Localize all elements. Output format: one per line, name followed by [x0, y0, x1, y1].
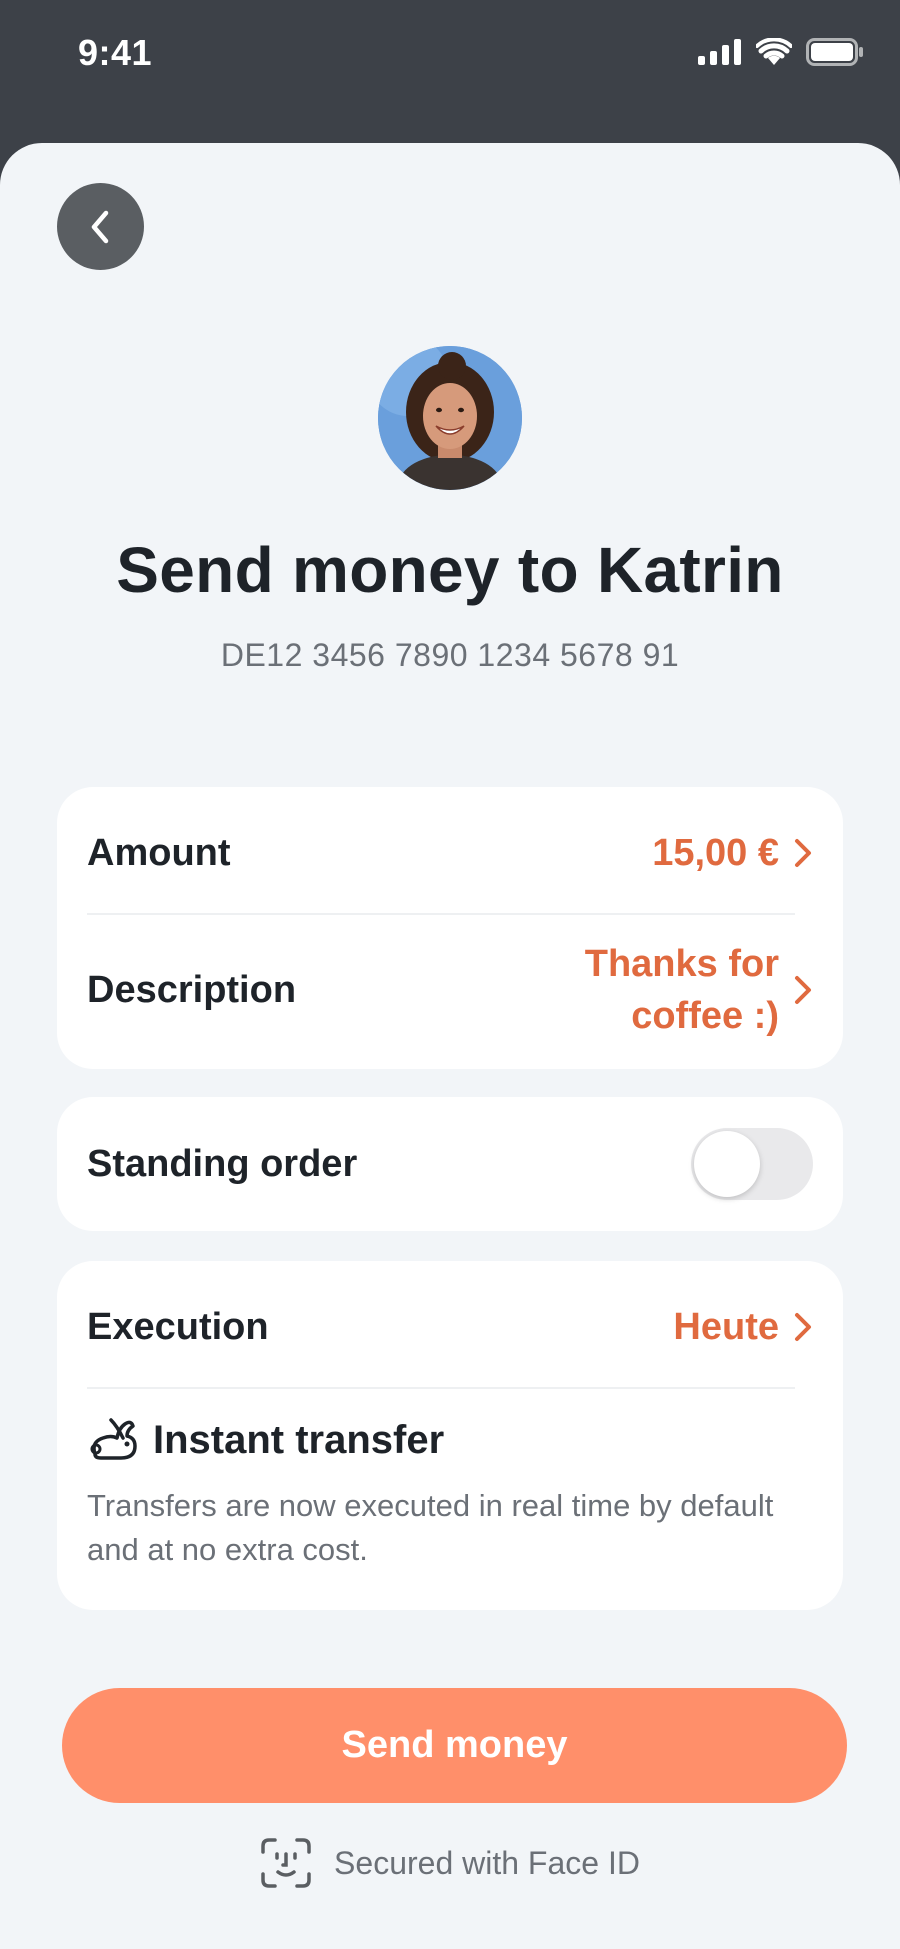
execution-label: Execution — [87, 1305, 269, 1348]
cellular-signal-icon — [698, 39, 741, 65]
status-bar: 9:41 — [0, 0, 900, 145]
page-title: Send money to Katrin — [116, 534, 784, 606]
description-label: Description — [87, 968, 297, 1011]
standing-order-toggle[interactable] — [691, 1128, 813, 1200]
standing-order-label: Standing order — [87, 1142, 358, 1185]
send-money-button[interactable]: Send money — [62, 1688, 847, 1803]
rabbit-icon — [90, 1418, 137, 1460]
payment-sheet: Send money to Katrin DE12 3456 7890 1234… — [0, 143, 900, 1949]
recipient-iban: DE12 3456 7890 1234 5678 91 — [220, 637, 680, 673]
face-id-notice: Secured with Face ID — [0, 1837, 900, 1889]
instant-transfer-heading: Instant transfer — [87, 1416, 444, 1464]
divider — [87, 913, 795, 915]
toggle-knob — [694, 1131, 760, 1197]
chevron-right-icon — [793, 837, 813, 869]
amount-value-group: 15,00 € — [652, 832, 813, 875]
description-value-line2: coffee :) — [631, 995, 779, 1037]
standing-order-row: Standing order — [87, 1128, 813, 1200]
instant-transfer-description: Transfers are now executed in real time … — [87, 1488, 774, 1567]
description-row[interactable]: Description Thanks for coffee :) — [87, 935, 813, 1045]
status-time: 9:41 — [78, 32, 153, 73]
description-value-group: Thanks for coffee :) — [585, 938, 813, 1042]
description-value-line1: Thanks for — [584, 943, 779, 985]
battery-icon — [806, 38, 863, 66]
instant-transfer-title: Instant transfer — [153, 1417, 445, 1462]
status-icons — [698, 38, 864, 66]
amount-row[interactable]: Amount 15,00 € — [87, 817, 813, 889]
face-id-icon — [261, 1838, 311, 1888]
chevron-left-icon — [91, 210, 108, 243]
description-value: Thanks for coffee :) — [585, 938, 779, 1042]
back-button[interactable] — [57, 183, 144, 270]
face-id-text: Secured with Face ID — [334, 1844, 640, 1881]
standing-order-card: Standing order — [57, 1097, 843, 1231]
amount-value: 15,00 € — [652, 831, 779, 874]
chevron-right-icon — [793, 974, 813, 1006]
chevron-right-icon — [793, 1311, 813, 1343]
wifi-icon — [756, 38, 792, 65]
execution-card: Execution Heute Instant transfer Transfe… — [57, 1261, 843, 1610]
amount-label: Amount — [87, 831, 231, 874]
execution-value-group: Heute — [673, 1306, 813, 1349]
execution-value: Heute — [673, 1305, 779, 1348]
recipient-photo — [378, 346, 522, 490]
avatar — [378, 346, 522, 490]
execution-row[interactable]: Execution Heute — [87, 1291, 813, 1363]
divider — [87, 1387, 795, 1389]
transfer-details-card: Amount 15,00 € Description Thanks for co… — [57, 787, 843, 1069]
